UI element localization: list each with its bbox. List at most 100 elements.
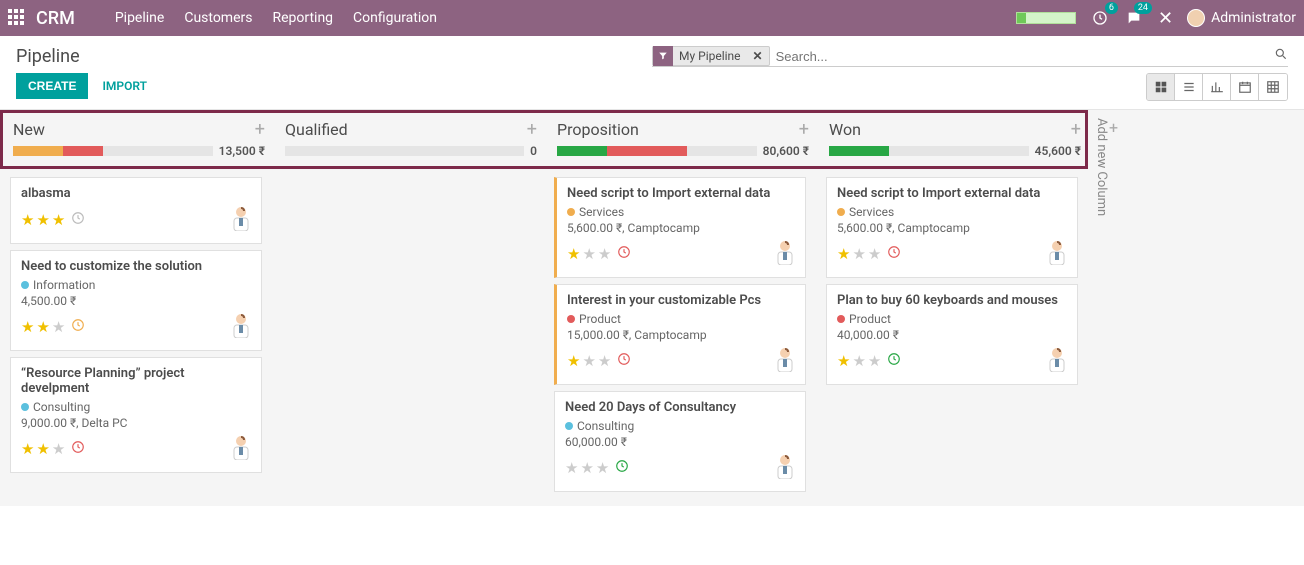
clock-icon[interactable] xyxy=(71,318,85,336)
column-total: 80,600 ₹ xyxy=(763,144,809,158)
star-icon[interactable]: ★ xyxy=(868,352,881,370)
star-icon[interactable]: ★ xyxy=(52,440,65,458)
column-title[interactable]: Qualified xyxy=(285,120,348,139)
star-icon[interactable]: ★ xyxy=(837,352,850,370)
star-icon[interactable]: ★ xyxy=(868,245,881,263)
card-avatar[interactable] xyxy=(231,205,251,235)
star-icon[interactable]: ★ xyxy=(582,352,595,370)
card-amount: 9,000.00 ₹, Delta PC xyxy=(21,416,251,430)
chat-icon[interactable]: 24 xyxy=(1124,8,1144,28)
kanban-card[interactable]: Need 20 Days of Consultancy Consulting 6… xyxy=(554,391,806,492)
user-menu[interactable]: Administrator xyxy=(1187,9,1296,27)
star-icon[interactable]: ★ xyxy=(596,459,609,477)
close-icon[interactable]: ✕ xyxy=(1158,8,1173,29)
column-title[interactable]: Proposition xyxy=(557,120,639,139)
kanban-card[interactable]: Need to customize the solution Informati… xyxy=(10,250,262,351)
create-button[interactable]: CREATE xyxy=(16,73,88,99)
card-avatar[interactable] xyxy=(775,346,795,376)
kanban-board: New + 13,500 ₹ Qualified + 0 Proposition… xyxy=(0,110,1304,506)
star-icon[interactable]: ★ xyxy=(567,245,580,263)
card-title: albasma xyxy=(21,186,251,201)
nav-pipeline[interactable]: Pipeline xyxy=(115,10,165,26)
star-icon[interactable]: ★ xyxy=(598,352,611,370)
stars: ★★★ xyxy=(21,318,85,336)
star-icon[interactable]: ★ xyxy=(21,440,34,458)
star-icon[interactable]: ★ xyxy=(36,440,49,458)
star-icon[interactable]: ★ xyxy=(567,352,580,370)
navbar: CRM Pipeline Customers Reporting Configu… xyxy=(0,0,1304,36)
star-icon[interactable]: ★ xyxy=(52,211,65,229)
search-icon[interactable] xyxy=(1274,47,1288,65)
view-list-icon[interactable] xyxy=(1175,74,1203,100)
kanban-card[interactable]: Need script to Import external data Serv… xyxy=(826,177,1078,278)
star-icon[interactable]: ★ xyxy=(837,245,850,263)
column-title[interactable]: New xyxy=(13,120,45,139)
apps-icon[interactable] xyxy=(8,9,26,27)
star-icon[interactable]: ★ xyxy=(580,459,593,477)
nav-customers[interactable]: Customers xyxy=(184,10,252,26)
clock-icon[interactable] xyxy=(617,245,631,263)
nav-right: 6 24 ✕ Administrator xyxy=(1016,8,1296,29)
brand[interactable]: CRM xyxy=(36,8,75,29)
kanban-card[interactable]: “Resource Planning” project develpment C… xyxy=(10,357,262,473)
column-progress-bar[interactable] xyxy=(829,146,1029,156)
column-title[interactable]: Won xyxy=(829,120,861,139)
stars: ★★★ xyxy=(567,352,631,370)
tag-label: Services xyxy=(849,205,894,219)
view-switcher xyxy=(1146,73,1288,101)
column-total: 0 xyxy=(530,144,537,158)
kanban-card[interactable]: Need script to Import external data Serv… xyxy=(554,177,806,278)
star-icon[interactable]: ★ xyxy=(598,245,611,263)
card-avatar[interactable] xyxy=(775,239,795,269)
kanban-card[interactable]: albasma ★★★ xyxy=(10,177,262,244)
view-pivot-icon[interactable] xyxy=(1259,74,1287,100)
nav-menu: Pipeline Customers Reporting Configurati… xyxy=(115,10,437,26)
tag-label: Consulting xyxy=(577,419,634,433)
star-icon[interactable]: ★ xyxy=(565,459,578,477)
star-icon[interactable]: ★ xyxy=(36,211,49,229)
facet-close-icon[interactable]: ✕ xyxy=(747,49,769,63)
kanban-card[interactable]: Interest in your customizable Pcs Produc… xyxy=(554,284,806,385)
star-icon[interactable]: ★ xyxy=(582,245,595,263)
kanban-card[interactable]: Plan to buy 60 keyboards and mouses Prod… xyxy=(826,284,1078,385)
view-graph-icon[interactable] xyxy=(1203,74,1231,100)
column-progress-bar[interactable] xyxy=(557,146,757,156)
column-plus-icon[interactable]: + xyxy=(799,119,809,140)
chat-badge: 24 xyxy=(1134,2,1152,14)
nav-reporting[interactable]: Reporting xyxy=(272,10,333,26)
star-icon[interactable]: ★ xyxy=(21,318,34,336)
clock-icon[interactable] xyxy=(887,245,901,263)
clock-icon[interactable] xyxy=(887,352,901,370)
user-name: Administrator xyxy=(1211,10,1296,26)
star-icon[interactable]: ★ xyxy=(852,245,865,263)
card-title: Need script to Import external data xyxy=(567,186,795,201)
view-calendar-icon[interactable] xyxy=(1231,74,1259,100)
column-plus-icon[interactable]: + xyxy=(1071,119,1081,140)
tag-dot-icon xyxy=(567,315,575,323)
star-icon[interactable]: ★ xyxy=(852,352,865,370)
clock-icon[interactable] xyxy=(617,352,631,370)
column-progress-bar[interactable] xyxy=(285,146,524,156)
star-icon[interactable]: ★ xyxy=(52,318,65,336)
card-title: Plan to buy 60 keyboards and mouses xyxy=(837,293,1067,308)
add-column-button[interactable]: +Add new Column xyxy=(1088,110,1124,224)
star-icon[interactable]: ★ xyxy=(36,318,49,336)
view-kanban-icon[interactable] xyxy=(1147,74,1175,100)
card-avatar[interactable] xyxy=(231,434,251,464)
search-input[interactable] xyxy=(770,47,1274,66)
clock-icon[interactable] xyxy=(615,459,629,477)
column-progress-bar[interactable] xyxy=(13,146,213,156)
star-icon[interactable]: ★ xyxy=(21,211,34,229)
progress-bar[interactable] xyxy=(1016,12,1076,24)
card-avatar[interactable] xyxy=(1047,346,1067,376)
card-avatar[interactable] xyxy=(1047,239,1067,269)
nav-configuration[interactable]: Configuration xyxy=(353,10,437,26)
column-plus-icon[interactable]: + xyxy=(255,119,265,140)
clock-icon[interactable]: 6 xyxy=(1090,8,1110,28)
import-button[interactable]: IMPORT xyxy=(102,79,147,93)
card-avatar[interactable] xyxy=(231,312,251,342)
clock-icon[interactable] xyxy=(71,440,85,458)
column-plus-icon[interactable]: + xyxy=(527,119,537,140)
clock-icon[interactable] xyxy=(71,211,85,229)
card-avatar[interactable] xyxy=(775,453,795,483)
